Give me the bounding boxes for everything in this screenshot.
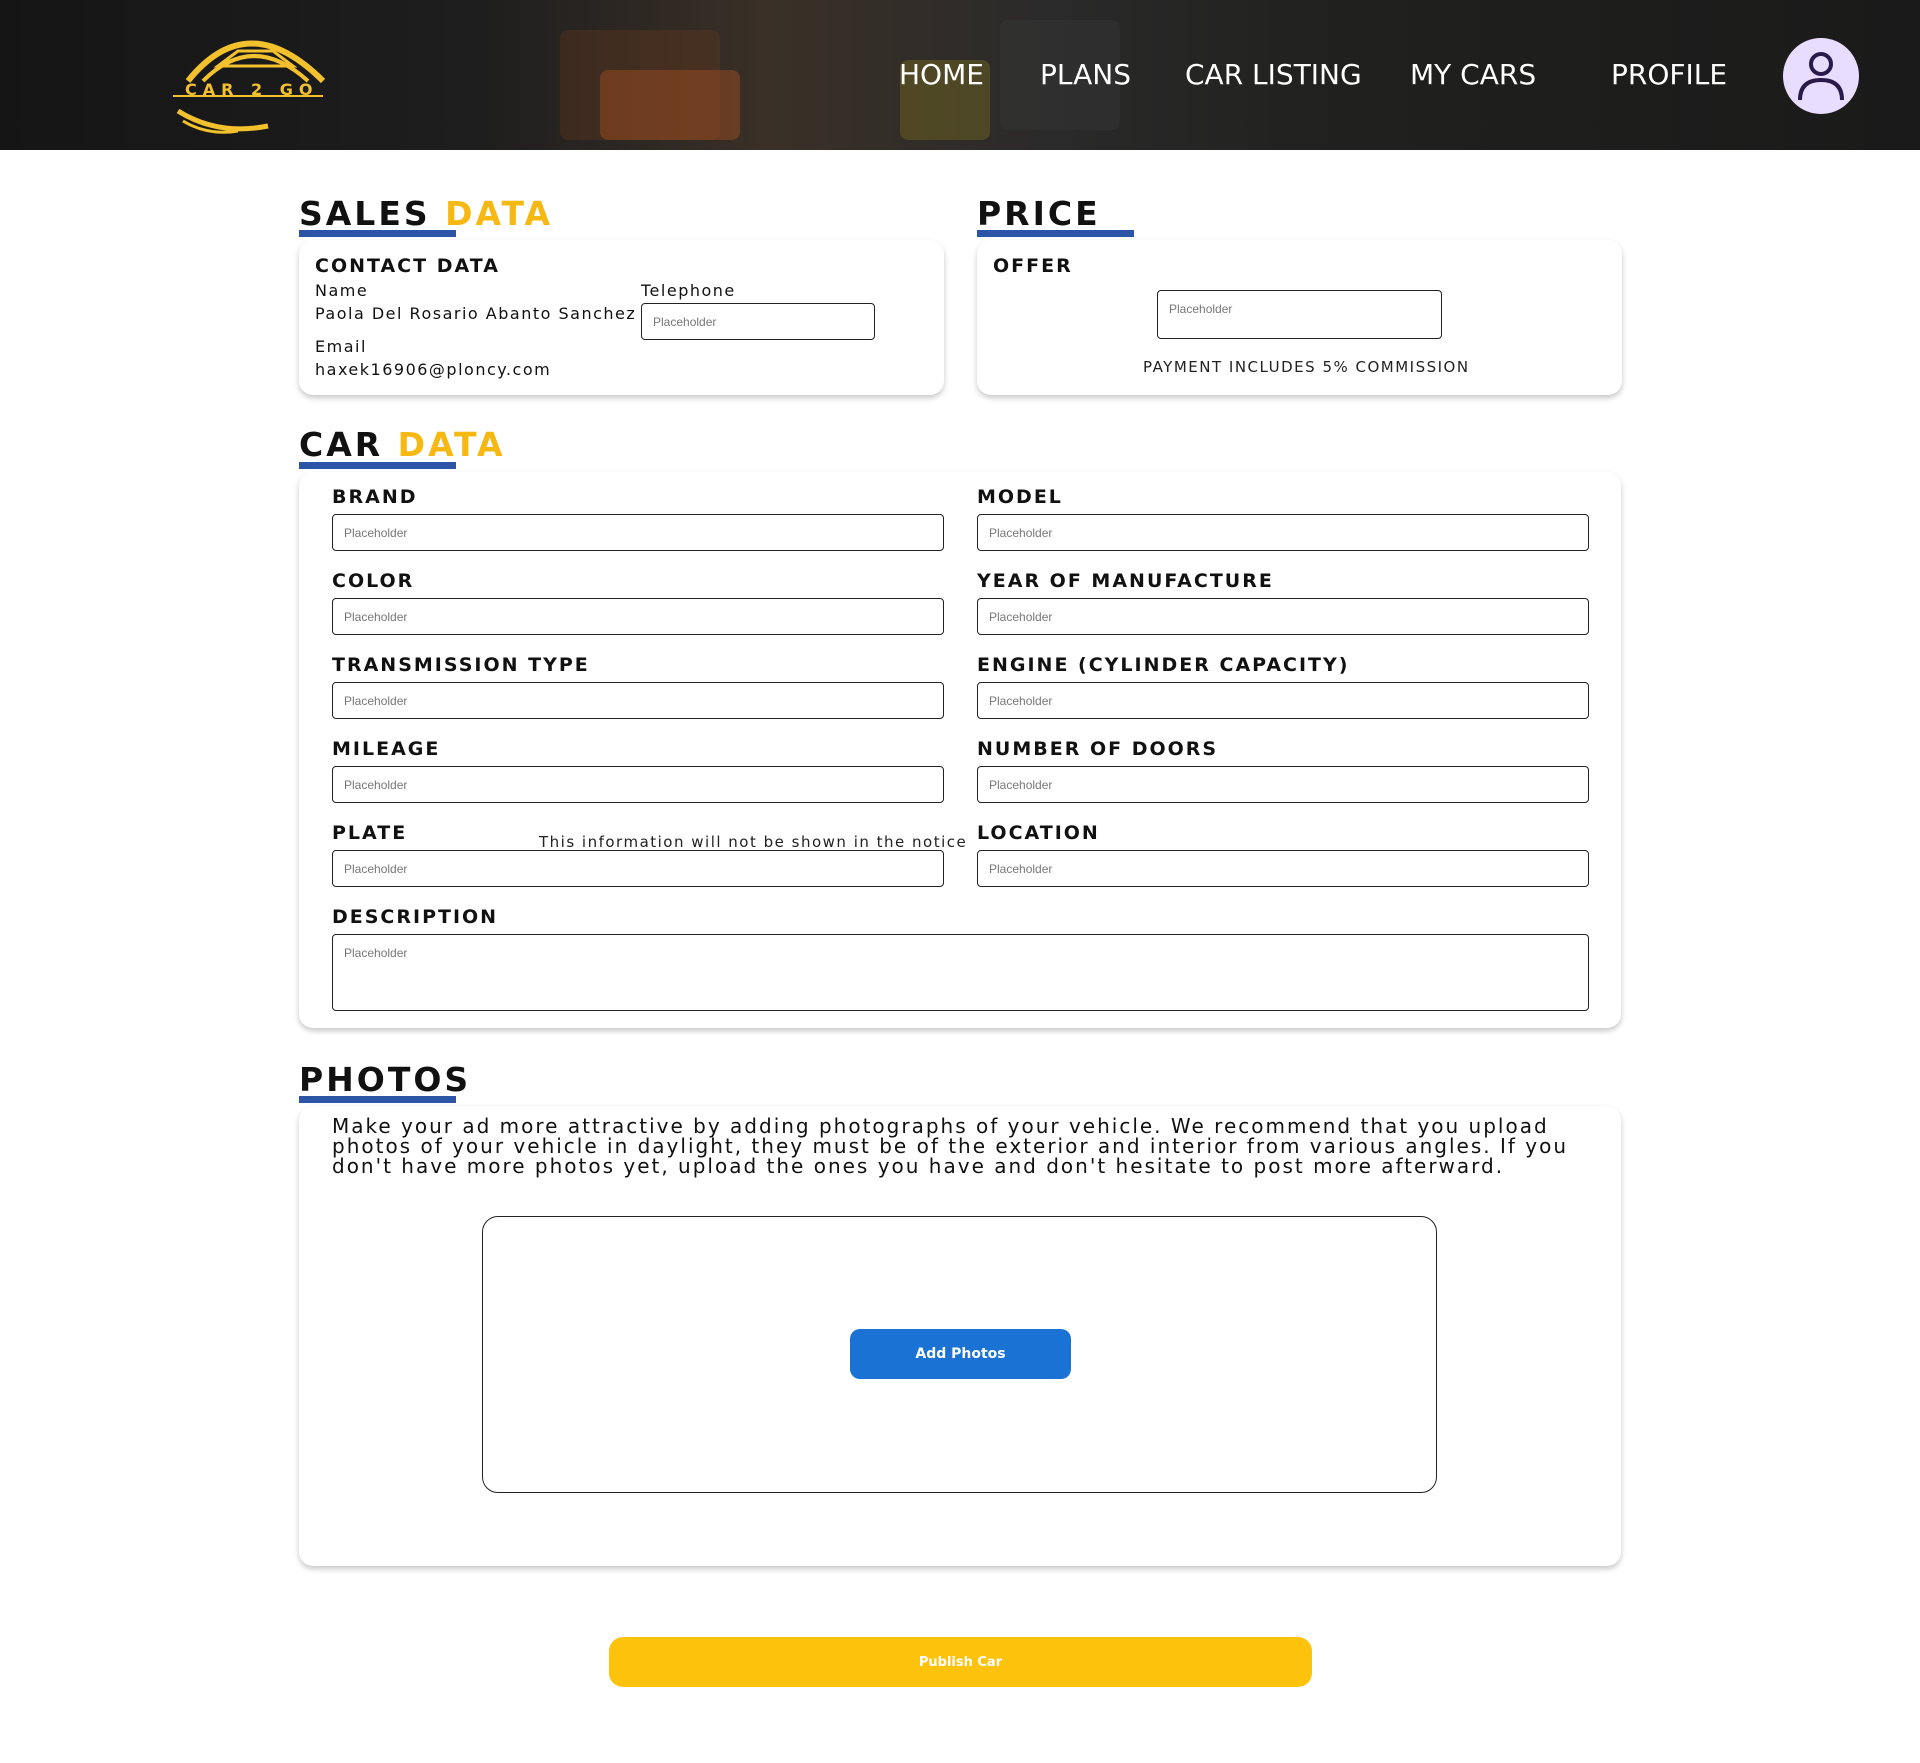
sales-title-main: SALES xyxy=(299,194,431,233)
color-input[interactable]: Placeholder xyxy=(332,598,944,635)
brand-input[interactable]: Placeholder xyxy=(332,514,944,551)
transmission-label: TRANSMISSION TYPE xyxy=(332,654,590,676)
car-title-main: CAR xyxy=(299,425,384,464)
plate-privacy-note: This information will not be shown in th… xyxy=(539,833,968,851)
color-label: COLOR xyxy=(332,570,415,592)
plate-label: PLATE xyxy=(332,822,408,844)
offer-input[interactable]: Placeholder xyxy=(1157,290,1442,339)
background-car-image xyxy=(600,70,740,140)
sales-title-underline xyxy=(299,230,456,237)
logo-text: CAR 2 GO xyxy=(185,80,319,99)
nav-plans[interactable]: PLANS xyxy=(1040,58,1131,91)
car-data-title-underline xyxy=(299,462,456,469)
model-input[interactable]: Placeholder xyxy=(977,514,1589,551)
email-label: Email xyxy=(315,337,367,356)
sales-data-title: SALES DATA xyxy=(299,194,553,233)
description-textarea[interactable]: Placeholder xyxy=(332,934,1589,1011)
transmission-input[interactable]: Placeholder xyxy=(332,682,944,719)
description-label: DESCRIPTION xyxy=(332,906,499,928)
doors-input[interactable]: Placeholder xyxy=(977,766,1589,803)
year-label: YEAR OF MANUFACTURE xyxy=(977,570,1274,592)
price-title: PRICE xyxy=(977,194,1101,233)
doors-label: NUMBER OF DOORS xyxy=(977,738,1219,760)
mileage-input[interactable]: Placeholder xyxy=(332,766,944,803)
price-title-underline xyxy=(977,230,1134,237)
name-value: Paola Del Rosario Abanto Sanchez xyxy=(315,304,637,323)
commission-note: PAYMENT INCLUDES 5% COMMISSION xyxy=(1143,358,1470,376)
email-value: haxek16906@ploncy.com xyxy=(315,360,552,379)
car-title-accent: DATA xyxy=(397,425,506,464)
nav-profile[interactable]: PROFILE xyxy=(1611,58,1727,91)
profile-avatar[interactable] xyxy=(1783,38,1859,114)
model-label: MODEL xyxy=(977,486,1063,508)
photos-title-underline xyxy=(299,1096,456,1103)
offer-label: OFFER xyxy=(993,255,1073,277)
brand-label: BRAND xyxy=(332,486,418,508)
contact-data-heading: CONTACT DATA xyxy=(315,255,500,277)
publish-car-button[interactable]: Publish Car xyxy=(609,1637,1312,1687)
location-input[interactable]: Placeholder xyxy=(977,850,1589,887)
nav-car-listing[interactable]: CAR LISTING xyxy=(1185,58,1362,91)
mileage-label: MILEAGE xyxy=(332,738,441,760)
year-input[interactable]: Placeholder xyxy=(977,598,1589,635)
telephone-label: Telephone xyxy=(641,281,736,300)
car-data-title: CAR DATA xyxy=(299,425,506,464)
engine-input[interactable]: Placeholder xyxy=(977,682,1589,719)
top-navbar: CAR 2 GO HOME PLANS CAR LISTING MY CARS … xyxy=(0,0,1920,150)
nav-my-cars[interactable]: MY CARS xyxy=(1410,58,1536,91)
add-photos-button[interactable]: Add Photos xyxy=(850,1329,1071,1379)
engine-label: ENGINE (CYLINDER CAPACITY) xyxy=(977,654,1350,676)
name-label: Name xyxy=(315,281,369,300)
plate-input[interactable]: Placeholder xyxy=(332,850,944,887)
sales-title-accent: DATA xyxy=(445,194,554,233)
photos-instructions: Make your ad more attractive by adding p… xyxy=(332,1114,1569,1178)
telephone-input[interactable]: Placeholder xyxy=(641,303,875,340)
photos-title: PHOTOS xyxy=(299,1060,472,1099)
nav-home[interactable]: HOME xyxy=(899,58,984,91)
user-icon xyxy=(1798,52,1844,101)
location-label: LOCATION xyxy=(977,822,1100,844)
